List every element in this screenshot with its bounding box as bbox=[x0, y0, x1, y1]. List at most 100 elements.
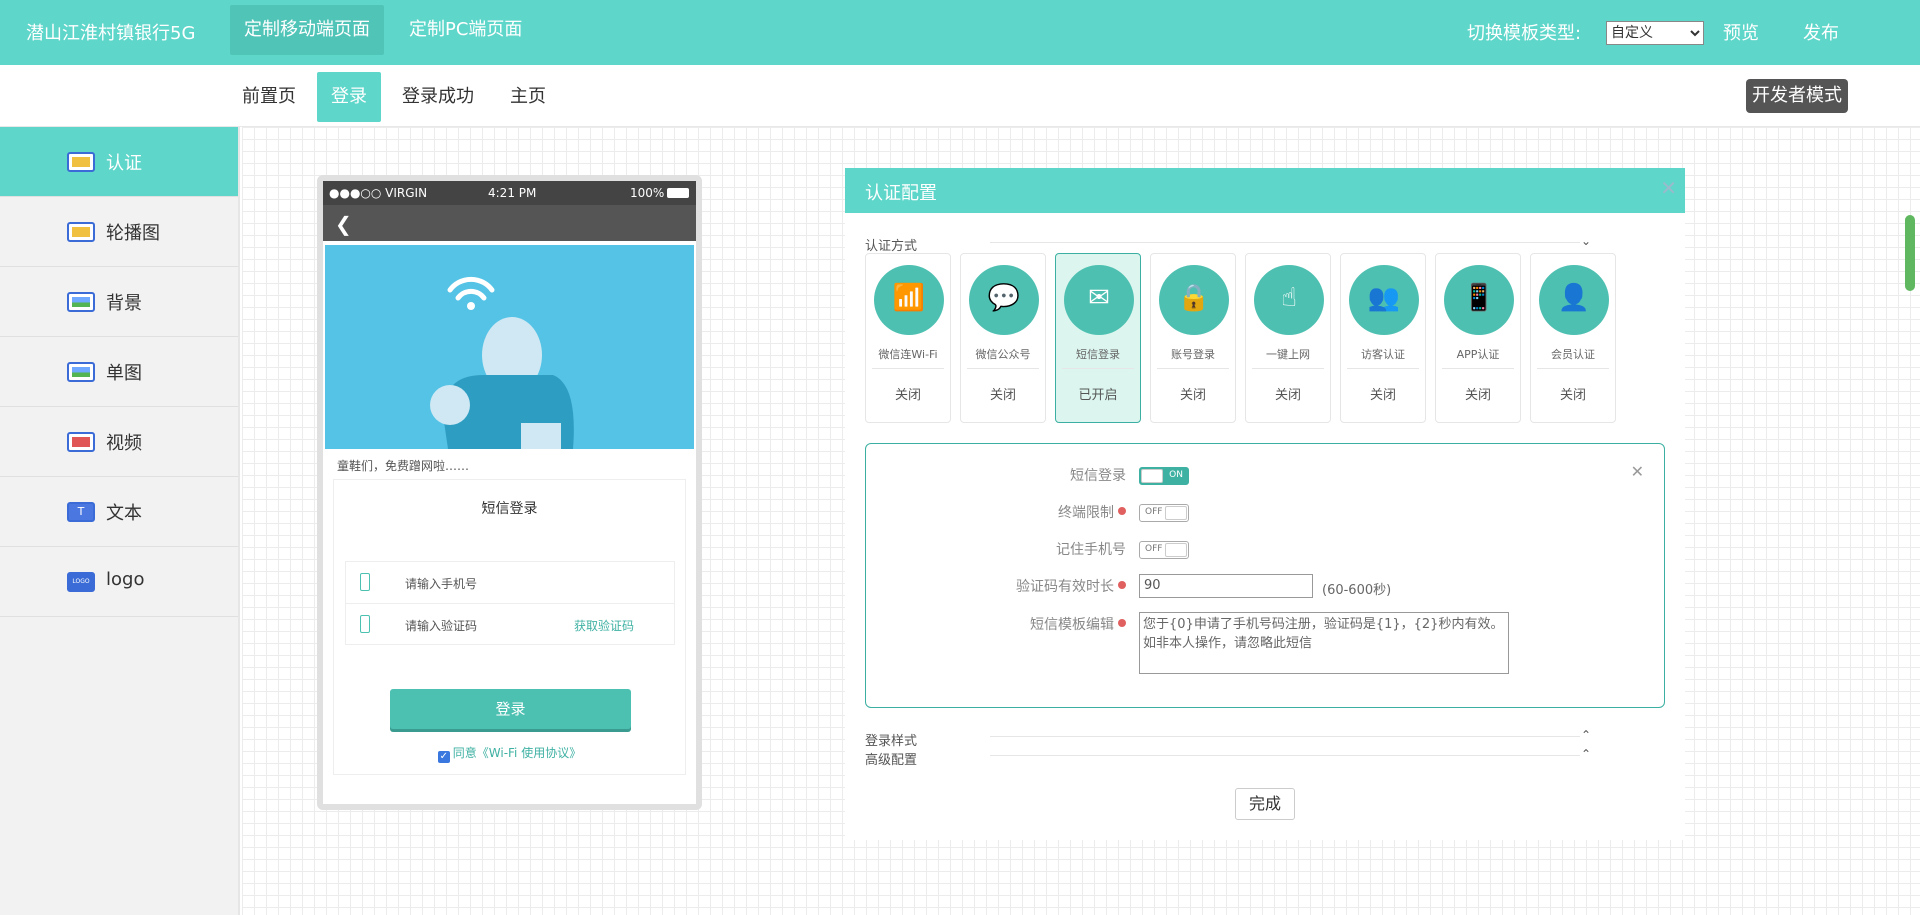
sidebar-item-label: 单图 bbox=[106, 363, 142, 384]
sidebar-item-label: 背景 bbox=[106, 293, 142, 314]
wifi-person-illustration bbox=[430, 276, 574, 449]
back-arrow-icon[interactable]: ❮ bbox=[335, 212, 352, 236]
component-sidebar: 认证 轮播图 背景 单图 视频 T 文本 LOGO logo bbox=[0, 127, 240, 915]
sidebar-item-carousel[interactable]: 轮播图 bbox=[0, 197, 238, 267]
field-label: 短信登录 bbox=[1070, 468, 1126, 484]
method-visitor[interactable]: 👥 访客认证 关闭 bbox=[1340, 253, 1426, 423]
method-divider bbox=[1442, 368, 1514, 369]
tab-home[interactable]: 主页 bbox=[496, 72, 560, 122]
scrollbar[interactable] bbox=[1905, 215, 1915, 291]
code-valid-hint: (60-600秒) bbox=[1322, 583, 1392, 598]
sidebar-item-auth[interactable]: 认证 bbox=[0, 127, 238, 197]
method-name: APP认证 bbox=[1456, 348, 1500, 361]
envelope-icon: ✉ bbox=[1064, 265, 1134, 335]
preview-button[interactable]: 预览 bbox=[1723, 19, 1759, 45]
developer-mode-button[interactable]: 开发者模式 bbox=[1746, 79, 1848, 113]
phone-header: ❮ bbox=[323, 205, 696, 241]
sidebar-item-label: 视频 bbox=[106, 433, 142, 454]
visitors-icon: 👥 bbox=[1349, 265, 1419, 335]
login-fields: 请输入手机号 请输入验证码 获取验证码 bbox=[345, 561, 675, 645]
chevron-up-icon[interactable]: ⌃ bbox=[1581, 747, 1591, 761]
sidebar-item-background[interactable]: 背景 bbox=[0, 267, 238, 337]
advanced-config-label[interactable]: 高级配置 bbox=[865, 749, 917, 768]
field-label: 记住手机号 bbox=[1056, 542, 1126, 558]
chevron-up-icon[interactable]: ⌃ bbox=[1581, 728, 1591, 742]
banner-image bbox=[325, 245, 694, 449]
remember-phone-toggle[interactable]: OFF bbox=[1139, 541, 1189, 559]
info-icon bbox=[1118, 619, 1126, 627]
monitor-icon bbox=[67, 152, 95, 172]
tap-icon: ☝ bbox=[1254, 265, 1324, 335]
sidebar-item-text[interactable]: T 文本 bbox=[0, 477, 238, 547]
login-style-label[interactable]: 登录样式 bbox=[865, 730, 917, 749]
template-type-select[interactable]: 自定义 bbox=[1606, 21, 1704, 45]
method-account-login[interactable]: 🔒 账号登录 关闭 bbox=[1150, 253, 1236, 423]
code-valid-input[interactable]: 90 bbox=[1139, 574, 1313, 598]
phone-input-row[interactable]: 请输入手机号 bbox=[346, 562, 674, 604]
method-one-click[interactable]: ☝ 一键上网 关闭 bbox=[1245, 253, 1331, 423]
code-valid-row: 验证码有效时长 90 (60-600秒) bbox=[866, 572, 1664, 598]
code-icon bbox=[360, 615, 370, 633]
phone-input-placeholder[interactable]: 请输入手机号 bbox=[405, 575, 477, 592]
method-status: 关闭 bbox=[1464, 388, 1491, 403]
tab-pre-page[interactable]: 前置页 bbox=[228, 72, 310, 122]
method-sms-login[interactable]: ✉ 短信登录 已开启 bbox=[1055, 253, 1141, 423]
method-divider bbox=[1347, 368, 1419, 369]
login-button[interactable]: 登录 bbox=[390, 689, 631, 729]
auth-method-section-label: 认证方式 bbox=[865, 239, 918, 254]
code-input-placeholder[interactable]: 请输入验证码 bbox=[405, 617, 477, 634]
phone-icon: 📱 bbox=[1444, 265, 1514, 335]
field-label: 终端限制 bbox=[1058, 502, 1126, 522]
publish-button[interactable]: 发布 bbox=[1803, 19, 1839, 45]
method-name: 访客认证 bbox=[1361, 348, 1405, 361]
terminal-limit-toggle[interactable]: OFF bbox=[1139, 504, 1189, 522]
method-member[interactable]: 👤 会员认证 关闭 bbox=[1530, 253, 1616, 423]
nav-mobile-page[interactable]: 定制移动端页面 bbox=[230, 5, 384, 55]
sms-login-row: 短信登录 ON bbox=[866, 461, 1664, 487]
nav-pc-page[interactable]: 定制PC端页面 bbox=[395, 5, 536, 55]
tab-login-success[interactable]: 登录成功 bbox=[388, 72, 488, 122]
panel-header: 认证配置 ✕ bbox=[845, 168, 1685, 213]
code-input-row[interactable]: 请输入验证码 获取验证码 bbox=[346, 604, 674, 646]
method-divider bbox=[1252, 368, 1324, 369]
chevron-down-icon[interactable]: ⌄ bbox=[1581, 234, 1591, 248]
method-wechat-official[interactable]: 💬 微信公众号 关闭 bbox=[960, 253, 1046, 423]
terminal-limit-row: 终端限制 OFF bbox=[866, 498, 1664, 524]
sidebar-item-single-image[interactable]: 单图 bbox=[0, 337, 238, 407]
agreement-row[interactable]: ✓ 同意《Wi-Fi 使用协议》 bbox=[334, 744, 685, 763]
method-name: 账号登录 bbox=[1171, 348, 1215, 361]
info-icon bbox=[1118, 581, 1126, 589]
method-app[interactable]: 📱 APP认证 关闭 bbox=[1435, 253, 1521, 423]
monitor-icon bbox=[67, 222, 95, 242]
sms-login-toggle[interactable]: ON bbox=[1139, 467, 1189, 485]
field-label: 验证码有效时长 bbox=[1016, 576, 1126, 596]
template-type-label: 切换模板类型: bbox=[1467, 23, 1582, 44]
method-divider bbox=[967, 368, 1039, 369]
method-name: 会员认证 bbox=[1551, 348, 1595, 361]
checkbox-icon[interactable]: ✓ bbox=[437, 751, 450, 763]
get-code-link[interactable]: 获取验证码 bbox=[574, 617, 634, 634]
sidebar-item-label: logo bbox=[106, 569, 145, 590]
agreement-text[interactable]: 同意《Wi-Fi 使用协议》 bbox=[453, 746, 581, 760]
method-divider bbox=[872, 368, 944, 369]
method-status: 关闭 bbox=[1179, 388, 1206, 403]
field-label: 短信模板编辑 bbox=[1030, 614, 1126, 634]
method-divider bbox=[1062, 368, 1134, 369]
wechat-icon: 💬 bbox=[969, 265, 1039, 335]
sms-config-box: ✕ 短信登录 ON 终端限制 OFF 记住手机号 OFF 验证码有效时长 90 … bbox=[865, 443, 1665, 708]
mobile-icon bbox=[360, 573, 370, 591]
close-icon[interactable]: ✕ bbox=[1660, 176, 1677, 200]
sidebar-item-logo[interactable]: LOGO logo bbox=[0, 547, 238, 617]
wifi-icon: 📶 bbox=[874, 265, 944, 335]
page-tabs-bar: 前置页 登录 登录成功 主页 开发者模式 bbox=[0, 65, 1920, 127]
tab-login[interactable]: 登录 bbox=[317, 72, 381, 122]
clock-text: 4:21 PM bbox=[488, 186, 537, 200]
member-icon: 👤 bbox=[1539, 265, 1609, 335]
method-name: 短信登录 bbox=[1076, 348, 1120, 361]
done-button[interactable]: 完成 bbox=[1235, 788, 1295, 820]
remember-phone-row: 记住手机号 OFF bbox=[866, 535, 1664, 561]
sidebar-item-label: 认证 bbox=[106, 153, 142, 174]
method-wechat-wifi[interactable]: 📶 微信连Wi-Fi 关闭 bbox=[865, 253, 951, 423]
sidebar-item-video[interactable]: 视频 bbox=[0, 407, 238, 477]
sms-template-textarea[interactable]: 您于{0}申请了手机号码注册，验证码是{1}，{2}秒内有效。如非本人操作，请忽… bbox=[1139, 612, 1509, 674]
